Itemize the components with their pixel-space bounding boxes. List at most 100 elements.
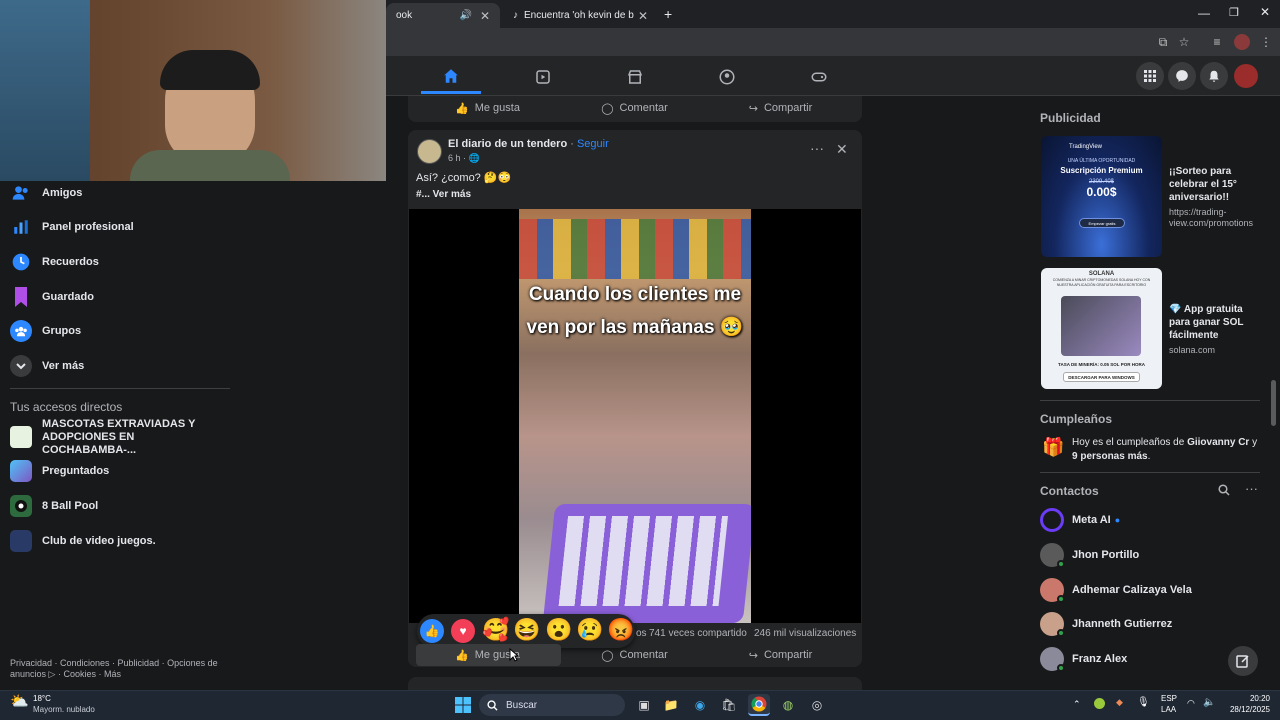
microphone-icon[interactable]: 🎙	[1137, 697, 1150, 708]
hide-post-icon[interactable]: ✕	[836, 141, 848, 158]
sidebar-item-see-more[interactable]: Ver más	[10, 351, 84, 381]
comment-button[interactable]: ◯ Comentar	[567, 98, 702, 118]
file-explorer-icon[interactable]: 📁	[660, 694, 682, 716]
compose-icon	[1236, 655, 1249, 668]
taskbar-search[interactable]: Buscar	[479, 694, 625, 716]
ad-image-solana[interactable]: SOLANA COMIENZA A MINAR CRIPTOMONEDAS SO…	[1041, 268, 1162, 389]
messenger-icon[interactable]	[1168, 62, 1196, 90]
app-icon[interactable]: ◍	[777, 694, 799, 716]
tab-facebook[interactable]: ook 🔊 ✕	[386, 3, 500, 28]
groups-icon[interactable]	[697, 60, 757, 94]
webcam-hair	[160, 50, 260, 90]
love-reaction-icon[interactable]: ♥	[451, 619, 475, 643]
sad-reaction-icon[interactable]: 😢	[576, 617, 603, 643]
install-icon[interactable]: ⧉	[1155, 34, 1171, 50]
contact-adhemar[interactable]: Adhemar Calizaya Vela	[1040, 575, 1192, 605]
close-tab-icon[interactable]: ✕	[480, 9, 490, 23]
wow-reaction-icon[interactable]: 😮	[545, 617, 572, 643]
new-tab-button[interactable]: +	[664, 6, 672, 22]
app-icon[interactable]: ◎	[806, 694, 828, 716]
verified-badge-icon: ●	[1114, 515, 1121, 525]
see-more-link[interactable]: #... Ver más	[416, 189, 471, 200]
windows-start-icon[interactable]	[452, 694, 474, 716]
contact-jhanneth[interactable]: Jhanneth Gutierrez	[1040, 609, 1172, 639]
like-reaction-icon[interactable]: 👍	[420, 619, 444, 643]
contact-franz[interactable]: Franz Alex	[1040, 644, 1127, 674]
sidebar-item-saved[interactable]: Guardado	[10, 282, 94, 312]
account-avatar[interactable]	[1234, 64, 1258, 88]
gaming-icon[interactable]	[789, 60, 849, 94]
volume-icon[interactable]: 🔈	[1203, 697, 1215, 708]
tab-label: ook	[396, 10, 413, 21]
ad-headline[interactable]: ¡¡Sorteo para celebrar el 15° aniversari…	[1169, 165, 1259, 204]
close-window-icon[interactable]: ✕	[1260, 5, 1270, 19]
edge-icon[interactable]: ◉	[689, 694, 711, 716]
home-icon[interactable]	[421, 60, 481, 94]
like-button[interactable]: 👍 Me gusta	[420, 98, 555, 118]
ad-image-tradingview[interactable]: TradingView UNA ÚLTIMA OPORTUNIDAD Suscr…	[1041, 136, 1162, 257]
weather-icon[interactable]: ⛅	[10, 692, 29, 710]
tab-label: Encuentra 'oh kevin de bruyne'	[524, 10, 634, 21]
restore-icon[interactable]: ❐	[1229, 6, 1239, 19]
sidebar-item-professional[interactable]: Panel profesional	[10, 212, 134, 242]
thumbs-up-icon: 👍	[455, 649, 469, 662]
share-button[interactable]: ↪ Compartir	[713, 98, 848, 118]
footer-links[interactable]: Privacidad · Condiciones · Publicidad · …	[10, 658, 225, 680]
shortcut-club-videojuegos[interactable]: Club de video juegos.	[10, 526, 156, 556]
contacts-title: Contactos	[1040, 484, 1099, 498]
contacts-options-icon[interactable]: ···	[1245, 481, 1258, 496]
minimize-icon[interactable]: —	[1198, 6, 1210, 20]
marketplace-icon[interactable]	[605, 60, 665, 94]
audio-icon[interactable]: 🔊	[459, 10, 471, 21]
video-icon[interactable]	[513, 60, 573, 94]
sidebar-item-label: Guardado	[42, 291, 94, 303]
close-tab-icon[interactable]: ✕	[638, 9, 648, 23]
weather-desc: Mayorm. nublado	[33, 705, 95, 714]
angry-reaction-icon[interactable]: 😡	[607, 617, 634, 643]
sidebar-item-label: Ver más	[42, 360, 85, 372]
chrome-icon[interactable]	[748, 694, 770, 716]
author-avatar[interactable]	[417, 139, 442, 164]
sidebar-item-groups[interactable]: Grupos	[10, 316, 81, 346]
shortcut-preguntados[interactable]: Preguntados	[10, 456, 109, 486]
more-options-icon[interactable]: ···	[810, 140, 824, 156]
comment-button[interactable]: ◯ Comentar	[567, 645, 702, 665]
notifications-bell-icon[interactable]	[1200, 62, 1228, 90]
clock-time[interactable]: 20:20	[1222, 694, 1270, 703]
scrollbar-thumb[interactable]	[1271, 380, 1276, 426]
menu-icon[interactable]: ⋮	[1258, 34, 1274, 50]
care-reaction-icon[interactable]: 🥰	[482, 617, 509, 643]
wifi-icon[interactable]: ◠	[1187, 698, 1195, 709]
sidebar-item-memories[interactable]: Recuerdos	[10, 247, 99, 277]
profile-avatar[interactable]	[1234, 34, 1250, 50]
menu-grid-icon[interactable]	[1136, 62, 1164, 90]
tab-tiktok[interactable]: ♪ Encuentra 'oh kevin de bruyne' ✕	[503, 3, 658, 28]
tray-app-icon[interactable]: ◆	[1116, 697, 1123, 708]
store-icon[interactable]: 🛍	[718, 694, 740, 716]
share-count[interactable]: 741 veces compartido	[649, 628, 747, 639]
shortcut-mascotas[interactable]: MASCOTAS EXTRAVIADAS Y ADOPCIONES EN COC…	[10, 418, 230, 456]
new-message-button[interactable]	[1228, 646, 1258, 676]
language-indicator[interactable]: ESP	[1161, 694, 1177, 703]
contact-jhon[interactable]: Jhon Portillo	[1040, 540, 1139, 570]
tray-chevron-icon[interactable]: ⌃	[1073, 699, 1081, 710]
birthday-text[interactable]: Hoy es el cumpleaños de Giiovanny Cr y 9…	[1072, 436, 1262, 464]
tray-app-icon[interactable]	[1094, 698, 1105, 709]
ad-headline[interactable]: 💎 App gratuita para ganar SOL fácilmente	[1169, 303, 1259, 342]
media-icon[interactable]: ≡	[1209, 34, 1225, 50]
shortcut-8ball[interactable]: 8 Ball Pool	[10, 491, 98, 521]
weather-temp[interactable]: 18°C	[33, 694, 51, 703]
haha-reaction-icon[interactable]: 😆	[513, 617, 540, 643]
share-button[interactable]: ↪ Compartir	[713, 645, 848, 665]
gift-icon: 🎁	[1042, 437, 1065, 457]
saved-icon	[10, 286, 32, 308]
post-author[interactable]: El diario de un tendero · Seguir	[448, 138, 609, 150]
clock-date: 28/12/2025	[1229, 705, 1270, 714]
search-contacts-icon[interactable]	[1218, 484, 1230, 496]
like-button[interactable]: 👍 Me gusta	[420, 645, 555, 665]
bookmark-star-icon[interactable]: ☆	[1176, 34, 1192, 50]
contact-meta-ai[interactable]: Meta AI ●	[1040, 505, 1120, 535]
task-view-icon[interactable]: ▣	[633, 694, 655, 716]
follow-link[interactable]: Seguir	[577, 138, 609, 150]
sidebar-item-friends[interactable]: Amigos	[10, 178, 82, 208]
